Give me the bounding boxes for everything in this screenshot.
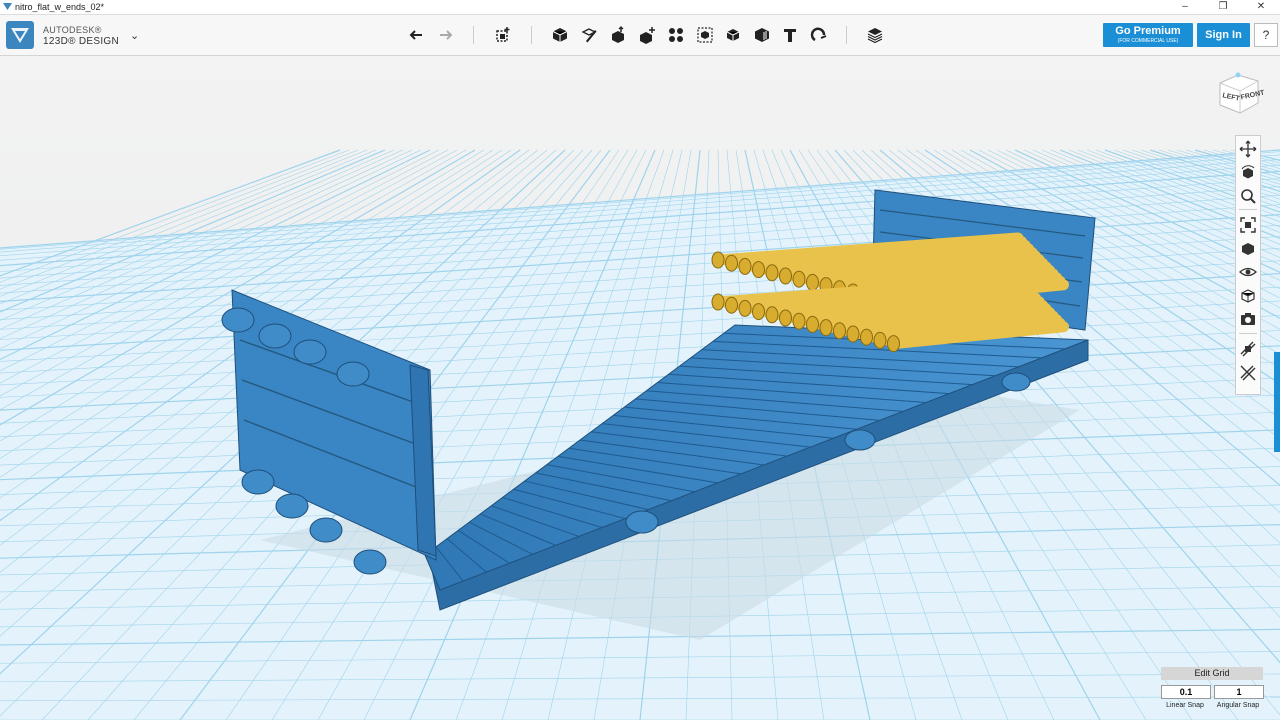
combine-icon[interactable]: [722, 24, 744, 46]
3d-viewport[interactable]: LEFT FRONT Edit Grid 0.1 1 Linear Snap A…: [0, 56, 1280, 720]
sign-in-button[interactable]: Sign In: [1197, 23, 1250, 47]
side-panel-handle[interactable]: [1274, 352, 1280, 452]
scene-canvas: [0, 56, 1280, 720]
measure-icon[interactable]: [751, 24, 773, 46]
group-icon[interactable]: [694, 24, 716, 46]
navbar-divider: [1239, 333, 1257, 334]
angular-snap-input[interactable]: 1: [1214, 685, 1264, 699]
fit-icon[interactable]: [1239, 216, 1257, 234]
material-icon[interactable]: [864, 24, 886, 46]
hide-grid-icon[interactable]: [1239, 364, 1257, 382]
view-cube[interactable]: LEFT FRONT: [1212, 67, 1266, 121]
toolbar-separator: [473, 26, 474, 44]
sketch-icon[interactable]: [578, 24, 600, 46]
navbar-divider: [1239, 209, 1257, 210]
main-toolbar: AUTODESK® 123D® DESIGN ⌄ Go Premium (FOR…: [0, 15, 1280, 56]
snap-icon[interactable]: [808, 24, 830, 46]
primitives-icon[interactable]: [549, 24, 571, 46]
grid-settings-panel: Edit Grid 0.1 1 Linear Snap Angular Snap: [1160, 666, 1264, 716]
modify-icon[interactable]: [636, 24, 658, 46]
orbit-icon[interactable]: [1239, 164, 1257, 182]
redo-icon[interactable]: [434, 24, 456, 46]
pattern-icon[interactable]: [665, 24, 687, 46]
brand-company: AUTODESK®: [43, 25, 102, 35]
undo-icon[interactable]: [406, 24, 428, 46]
text-icon[interactable]: [779, 24, 801, 46]
brand-product: 123D® DESIGN: [43, 36, 119, 47]
go-premium-sublabel: (FOR COMMERCIAL USE): [1117, 38, 1179, 44]
go-premium-label: Go Premium: [1115, 25, 1181, 37]
materials-outline-icon[interactable]: [1239, 287, 1257, 305]
window-titlebar: nitro_flat_w_ends_02* – ❐ ✕: [0, 0, 1280, 15]
linear-snap-input[interactable]: 0.1: [1161, 685, 1211, 699]
minimize-button[interactable]: –: [1166, 0, 1204, 14]
pan-icon[interactable]: [1239, 140, 1257, 158]
app-menu-chevron-icon[interactable]: ⌄: [130, 29, 139, 42]
view-icon[interactable]: [1239, 240, 1257, 258]
visibility-icon[interactable]: [1239, 263, 1257, 281]
close-button[interactable]: ✕: [1242, 0, 1280, 14]
zoom-icon[interactable]: [1239, 187, 1257, 205]
help-button[interactable]: ?: [1254, 23, 1278, 47]
app-logo-icon[interactable]: [6, 21, 34, 49]
linear-snap-label: Linear Snap: [1166, 702, 1204, 709]
edit-grid-button[interactable]: Edit Grid: [1161, 667, 1263, 680]
transform-icon[interactable]: [492, 24, 514, 46]
angular-snap-label: Angular Snap: [1216, 702, 1260, 709]
maximize-button[interactable]: ❐: [1204, 0, 1242, 14]
camera-icon[interactable]: [1239, 310, 1257, 328]
toolbar-separator: [846, 26, 847, 44]
window-title: nitro_flat_w_ends_02*: [15, 2, 105, 12]
snap-grid-icon[interactable]: [1239, 340, 1257, 358]
navigation-bar: [1235, 135, 1261, 395]
go-premium-button[interactable]: Go Premium (FOR COMMERCIAL USE): [1103, 23, 1193, 47]
toolbar-separator: [531, 26, 532, 44]
construct-icon[interactable]: [607, 24, 629, 46]
app-icon: [3, 3, 12, 10]
